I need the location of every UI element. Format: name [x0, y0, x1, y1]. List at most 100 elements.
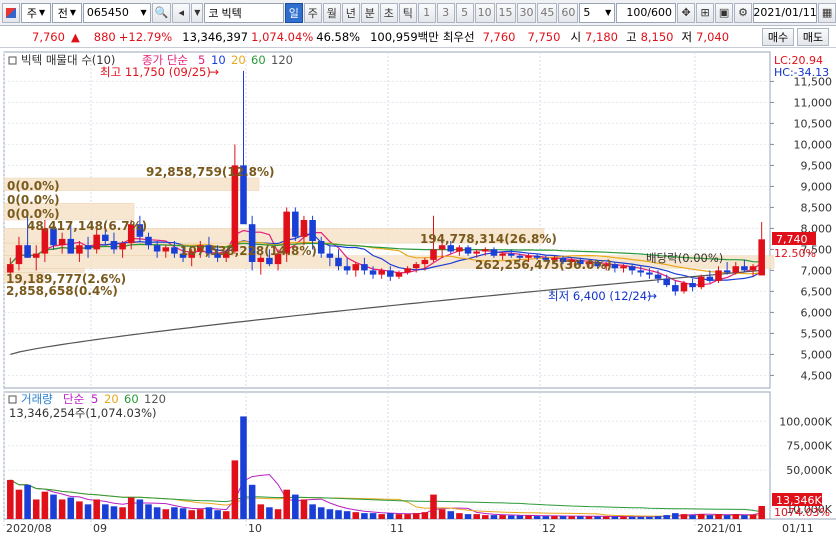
ma-20: 20	[231, 53, 246, 67]
candle-body	[404, 268, 411, 273]
candle-body	[145, 236, 152, 246]
period-month[interactable]: 월	[322, 2, 341, 23]
candle-body	[110, 241, 118, 250]
candle-body	[507, 253, 515, 256]
candle-body	[412, 264, 420, 269]
count-value: 100/600	[626, 6, 673, 19]
volume-ma-60: 60	[124, 392, 139, 406]
chart-icon[interactable]: ⊞	[696, 2, 715, 23]
high-label: 고	[625, 29, 637, 44]
interval-1[interactable]: 1	[417, 2, 436, 23]
turnover-value: 46.58%	[316, 29, 361, 44]
gear-icon[interactable]: ⚙	[734, 2, 753, 23]
volume-bar	[317, 507, 325, 519]
volume-ma-120: 120	[144, 392, 166, 406]
volume-bar	[473, 514, 480, 519]
price-tick-label: 7,000	[801, 264, 833, 277]
candle-body	[266, 257, 273, 265]
volume-bar	[464, 514, 472, 519]
interval-select[interactable]: 5 ▼	[579, 2, 616, 23]
stock-name-field[interactable]: 코 빅텍	[204, 2, 285, 23]
volume-percent: 1,074.04%	[251, 29, 314, 44]
volume-bar	[438, 509, 446, 519]
volume-bar	[749, 514, 757, 519]
volume-bar	[507, 515, 515, 519]
open-label: 시	[570, 29, 582, 44]
interval-10[interactable]: 10	[474, 2, 495, 23]
interval-3[interactable]: 3	[436, 2, 455, 23]
interval-15[interactable]: 15	[495, 2, 516, 23]
volume-bar	[266, 507, 273, 519]
volume-bar	[654, 516, 662, 519]
price-tick-label: 5,500	[801, 327, 833, 340]
candle-body	[490, 249, 498, 256]
candle-body	[153, 245, 161, 252]
crosshair-icon[interactable]: ✥	[677, 2, 696, 23]
interval-60[interactable]: 60	[558, 2, 579, 23]
volume-bar	[343, 511, 351, 519]
volume-bar	[110, 506, 118, 519]
max-price-label: 최고 11,750 (09/25)	[100, 65, 211, 79]
period-day[interactable]: 일	[284, 2, 303, 23]
candle-body	[672, 285, 679, 292]
volume-value-label: 13,346,254주(1,074.03%)	[9, 406, 157, 420]
period-selector: 일 주 월 년 분 초 틱	[284, 2, 417, 23]
volume-bar	[533, 516, 541, 519]
chart-type-select[interactable]: 주 ▼	[21, 2, 51, 23]
stock-code-input[interactable]: 065450 ▼	[82, 2, 151, 23]
panel-handle-icon[interactable]	[8, 395, 17, 404]
calendar-icon[interactable]: ▦	[818, 2, 836, 23]
volume-bar	[646, 516, 653, 519]
count-input[interactable]: 100/600	[616, 2, 677, 23]
volume-bar	[222, 511, 230, 519]
interval-value: 5	[583, 6, 591, 19]
volume-bar	[179, 508, 187, 519]
priority-label: 최우선	[442, 29, 475, 44]
candle-body	[499, 253, 506, 256]
low-label: 저	[681, 29, 693, 44]
color-swatch-icon[interactable]	[2, 2, 20, 23]
candle-body	[732, 266, 740, 273]
volume-bar	[274, 509, 282, 519]
volume-bar	[672, 513, 679, 519]
period-week[interactable]: 주	[303, 2, 322, 23]
interval-45[interactable]: 45	[537, 2, 558, 23]
price-tick-label: 10,500	[794, 117, 833, 130]
price-tick-label: 8,500	[801, 201, 833, 214]
volume-bar	[32, 499, 40, 519]
speaker-icon[interactable]: ◂	[172, 2, 191, 23]
candle-body	[326, 253, 334, 258]
volume-bar	[76, 501, 83, 519]
profile-label: 48,417,148(6.7%)	[27, 219, 147, 233]
price-tick-label: 9,500	[801, 159, 833, 172]
period-minute[interactable]: 분	[360, 2, 379, 23]
chevron-down-icon: ▼	[605, 8, 612, 17]
date-input[interactable]: 2021/01/11	[753, 2, 818, 23]
chevron-down-icon[interactable]: ▼	[191, 2, 204, 23]
interval-5[interactable]: 5	[455, 2, 474, 23]
volume-bar	[153, 507, 161, 519]
min-price-label: 최저 6,400 (12/24)	[548, 289, 652, 303]
volume-bar	[602, 516, 610, 519]
chart-area[interactable]: 4,5005,0005,5006,0006,5007,0007,5008,000…	[0, 48, 836, 537]
search-icon[interactable]: 🔍	[151, 2, 172, 23]
volume-bar	[58, 499, 66, 519]
candle-body	[620, 266, 627, 269]
candle-body	[369, 270, 377, 275]
period-second[interactable]: 초	[379, 2, 398, 23]
high-price: 8,150	[640, 29, 674, 44]
candle-body	[464, 247, 472, 254]
period-year[interactable]: 년	[341, 2, 360, 23]
volume-tick-label: 50,000K	[786, 464, 832, 477]
sell-button[interactable]: 매도	[797, 28, 829, 46]
period-tick[interactable]: 틱	[398, 2, 417, 23]
interval-30[interactable]: 30	[516, 2, 537, 23]
buy-button[interactable]: 매수	[762, 28, 794, 46]
candle-body	[723, 270, 731, 273]
candle-body	[343, 266, 351, 271]
volume-bar	[300, 499, 308, 519]
volume-bar	[395, 514, 403, 519]
market-select[interactable]: 전 ▼	[51, 2, 82, 23]
save-icon[interactable]: ▣	[715, 2, 734, 23]
panel-handle-icon[interactable]	[8, 56, 17, 65]
